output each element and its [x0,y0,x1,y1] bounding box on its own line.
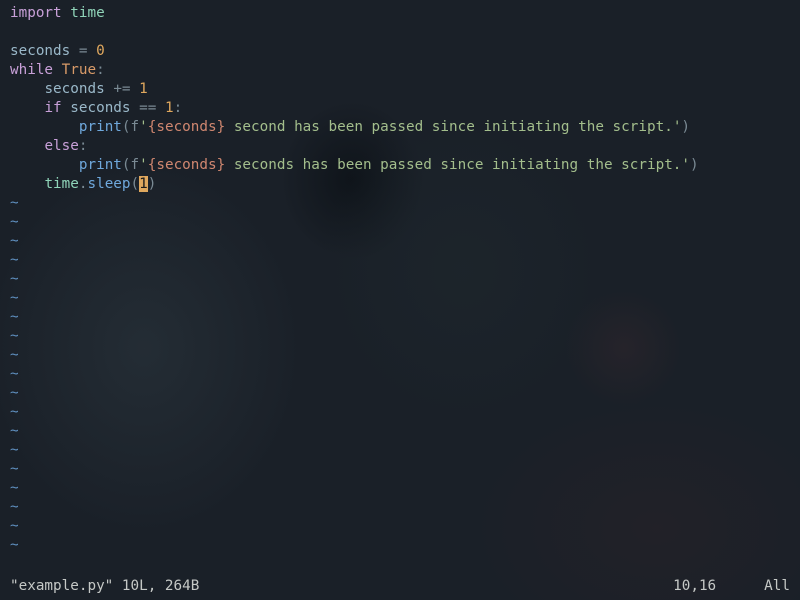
empty-line-tilde: ~ [10,403,796,422]
code-editor[interactable]: import time seconds = 0 while True: seco… [0,0,800,600]
empty-line-tilde: ~ [10,213,796,232]
empty-line-tilde: ~ [10,194,796,213]
code-line: print(f'{seconds} seconds has been passe… [10,156,796,175]
cursor: 1 [139,176,148,192]
code-line: time.sleep(1) [10,175,796,194]
status-file-info: "example.py" 10L, 264B [10,577,199,596]
code-line: print(f'{seconds} second has been passed… [10,118,796,137]
code-line: seconds = 0 [10,42,796,61]
empty-line-tilde: ~ [10,251,796,270]
empty-line-tilde: ~ [10,536,796,555]
empty-line-tilde: ~ [10,289,796,308]
code-line [10,23,796,42]
status-bar: "example.py" 10L, 264B 10,16 All [10,577,790,596]
empty-line-tilde: ~ [10,327,796,346]
empty-line-tilde: ~ [10,232,796,251]
code-line: if seconds == 1: [10,99,796,118]
empty-line-tilde: ~ [10,441,796,460]
empty-line-tilde: ~ [10,517,796,536]
empty-line-tilde: ~ [10,270,796,289]
empty-line-tilde: ~ [10,365,796,384]
empty-line-tilde: ~ [10,384,796,403]
empty-line-tilde: ~ [10,479,796,498]
empty-line-tilde: ~ [10,460,796,479]
empty-line-tilde: ~ [10,308,796,327]
code-line: import time [10,4,796,23]
code-line: else: [10,137,796,156]
empty-line-tilde: ~ [10,346,796,365]
status-scroll-indicator: All [764,577,790,596]
code-line: seconds += 1 [10,80,796,99]
code-line: while True: [10,61,796,80]
status-cursor-position: 10,16 [673,577,716,596]
empty-line-tilde: ~ [10,498,796,517]
empty-line-tilde: ~ [10,422,796,441]
